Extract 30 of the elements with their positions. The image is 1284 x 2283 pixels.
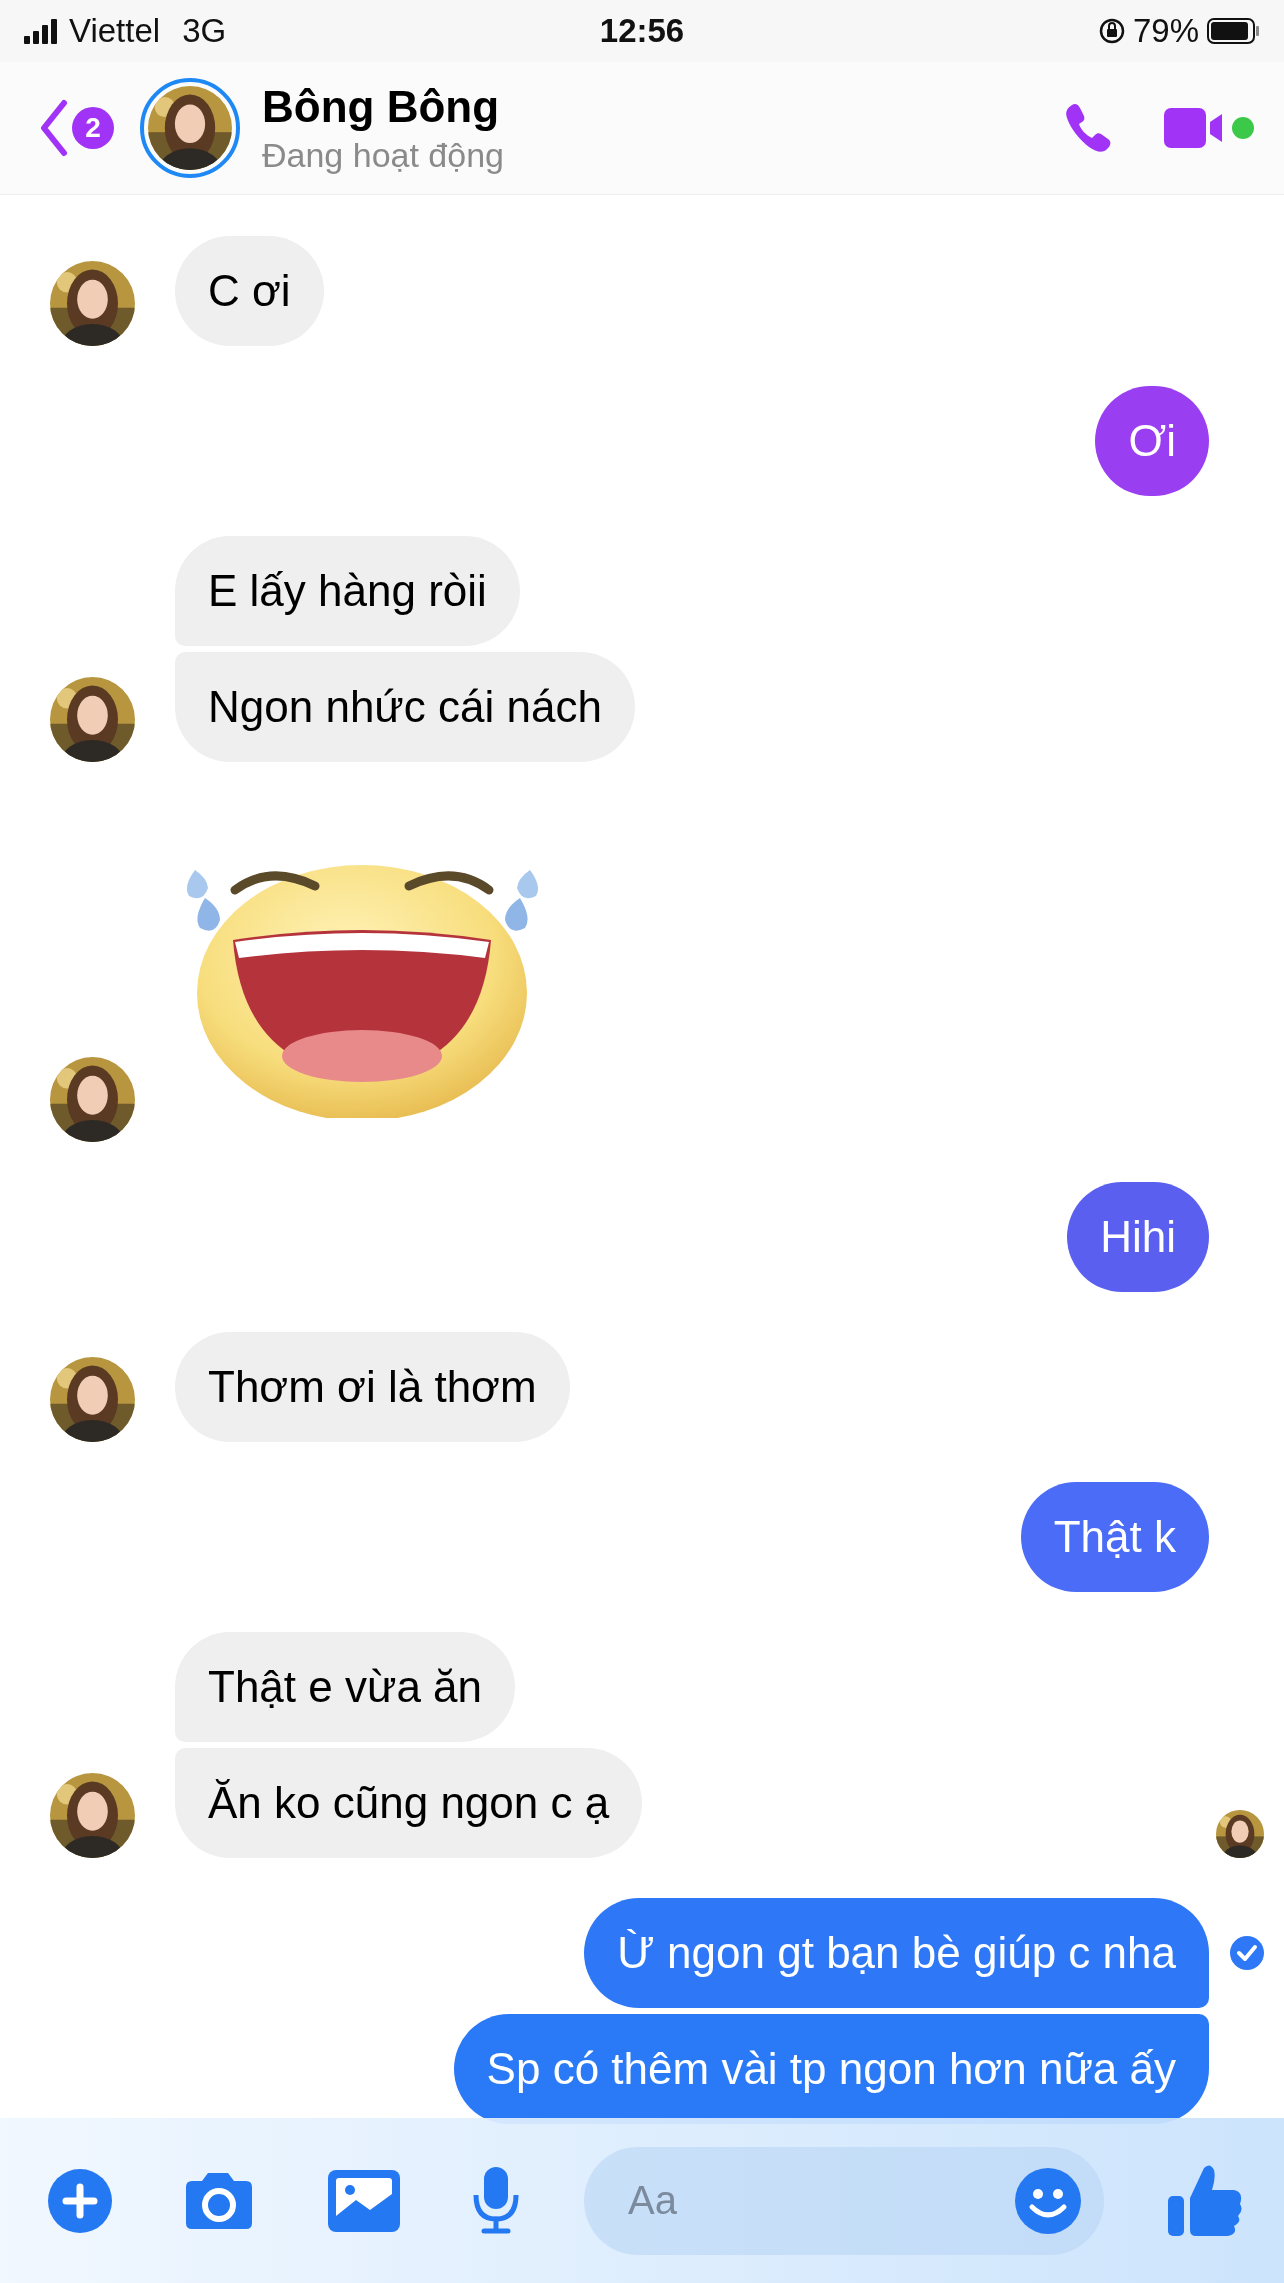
active-status: Đang hoạt động [262,135,505,175]
battery-percentage: 79% [1132,12,1199,50]
clock-time: 12:56 [599,12,685,50]
rotation-lock-icon [1098,18,1125,44]
message-bubble: E lấy hàng ròii [175,536,520,646]
message-bubble: Thơm ơi là thơm [175,1332,570,1442]
plus-icon[interactable] [48,2168,112,2233]
message-bubble: Thật e vừa ăn [175,1632,516,1742]
carrier-name: Viettel [69,12,161,50]
unread-count-badge: 2 [72,107,114,149]
message-bubble: Ngon nhức cái nách [175,652,635,762]
thumbs-up-icon[interactable] [1168,2163,1244,2238]
message-bubble: Ơi [1095,386,1209,496]
video-camera-icon[interactable] [1164,106,1222,150]
contact-name: Bông Bông [262,81,501,132]
chevron-left-icon [38,99,68,157]
battery-icon [1207,18,1260,44]
message-bubble: C ơi [175,236,324,346]
message-bubble: Ừ ngon gt bạn bè giúp c nha [584,1898,1209,2008]
message-bubble: Thật k [1020,1482,1209,1592]
network-type: 3G [182,12,227,50]
message-bubble: Ăn ko cũng ngon c ạ [175,1748,643,1858]
message-input-field[interactable]: Aa [584,2146,1104,2255]
microphone-icon[interactable] [472,2166,520,2235]
emoji-icon[interactable] [1014,2166,1082,2235]
signal-icon [24,18,57,44]
profile-avatar[interactable] [140,78,240,178]
image-icon[interactable] [326,2167,402,2234]
back-button[interactable]: 2 [38,99,114,157]
message-bubble: Hihi [1067,1182,1209,1292]
